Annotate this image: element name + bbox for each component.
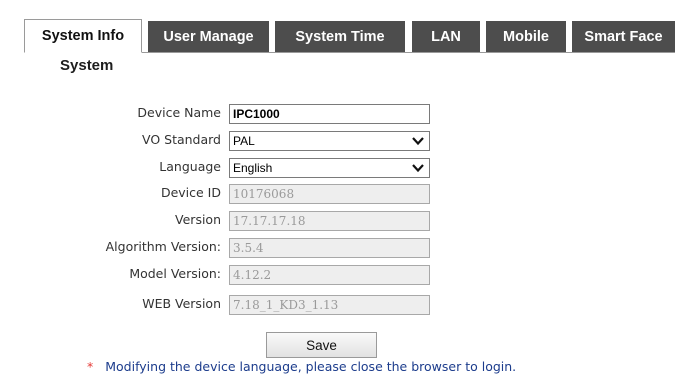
model-version-row: Model Version: 4.12.2: [0, 265, 675, 285]
vo-standard-label: VO Standard: [141, 132, 221, 147]
device-id-label: Device ID: [160, 185, 221, 200]
chevron-down-icon: [412, 164, 424, 173]
tab-user-manage[interactable]: User Manage: [148, 21, 269, 52]
tab-mobile[interactable]: Mobile: [486, 21, 566, 52]
version-row: Version 17.17.17.18: [0, 211, 675, 231]
algorithm-version-row: Algorithm Version: 3.5.4: [0, 238, 675, 258]
web-version-row: WEB Version 7.18_1_KD3_1.13: [0, 295, 675, 315]
device-name-label: Device Name: [137, 105, 221, 120]
language-value: English: [233, 161, 273, 175]
algorithm-version-label: Algorithm Version:: [105, 239, 221, 254]
vo-standard-select[interactable]: PAL: [229, 131, 430, 151]
tab-bar: System Info User Manage System Time LAN …: [24, 19, 675, 53]
web-version-label: WEB Version: [142, 296, 221, 311]
vo-standard-value: PAL: [233, 134, 255, 148]
version-label: Version: [175, 212, 221, 227]
language-row: Language English: [0, 158, 675, 178]
language-label: Language: [159, 159, 221, 174]
required-marker: *: [87, 359, 94, 374]
chevron-down-icon: [412, 137, 424, 146]
device-id-field: 10176068: [229, 184, 430, 204]
tab-lan[interactable]: LAN: [412, 21, 480, 52]
model-version-field: 4.12.2: [229, 265, 430, 285]
tab-system-time[interactable]: System Time: [275, 21, 405, 52]
tab-system-info[interactable]: System Info: [24, 19, 142, 53]
language-note: * Modifying the device language, please c…: [87, 359, 516, 374]
language-select[interactable]: English: [229, 158, 430, 178]
version-field: 17.17.17.18: [229, 211, 430, 231]
section-title: System: [60, 57, 114, 74]
device-name-row: Device Name IPC1000: [0, 104, 675, 124]
note-text: Modifying the device language, please cl…: [105, 359, 517, 374]
vo-standard-row: VO Standard PAL: [0, 131, 675, 151]
save-button[interactable]: Save: [266, 332, 377, 358]
device-name-input[interactable]: IPC1000: [229, 104, 430, 124]
algorithm-version-field: 3.5.4: [229, 238, 430, 258]
model-version-label: Model Version:: [129, 266, 221, 281]
device-id-row: Device ID 10176068: [0, 184, 675, 204]
web-version-field: 7.18_1_KD3_1.13: [229, 295, 430, 315]
tab-smart-face[interactable]: Smart Face: [572, 21, 675, 52]
